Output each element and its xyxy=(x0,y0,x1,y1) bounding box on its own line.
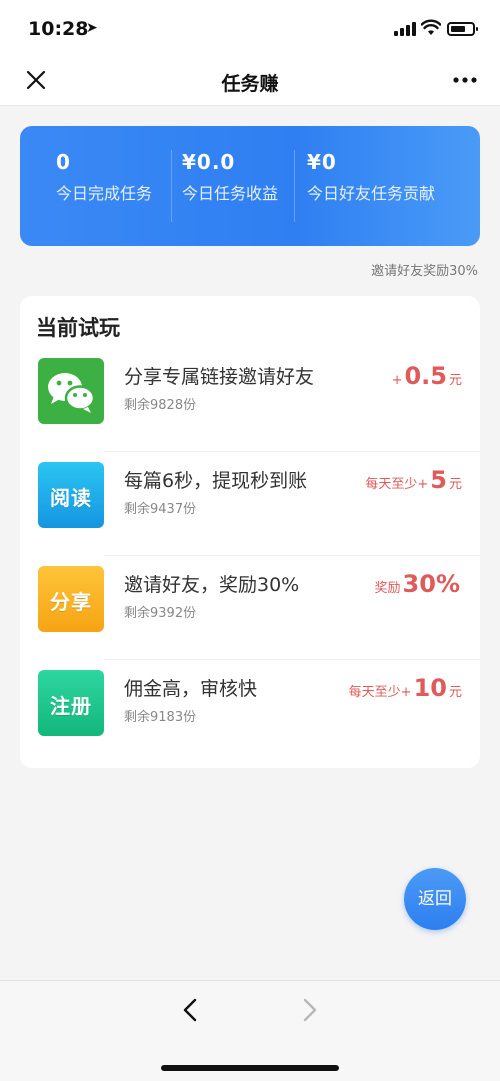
stat-divider xyxy=(294,150,295,222)
stats-card: 0 今日完成任务 ¥0.0 今日任务收益 ¥0 今日好友任务贡献 xyxy=(20,126,480,246)
bottom-toolbar xyxy=(0,980,500,1081)
nav-bar: 任务赚 xyxy=(0,58,500,106)
reward-value: 10 xyxy=(413,674,447,702)
stat-value: 0 xyxy=(56,150,71,174)
task-item-reading[interactable]: 阅读 每篇6秒，提现秒到账 剩余9437份 每天至少+5 元 xyxy=(20,452,480,556)
stat-task-income: ¥0.0 今日任务收益 xyxy=(182,150,278,204)
status-time: 10:28 xyxy=(28,18,89,40)
task-title: 佣金高，审核快 xyxy=(124,678,258,700)
task-item-register[interactable]: 注册 佣金高，审核快 剩余9183份 每天至少+10 元 xyxy=(20,660,480,764)
task-list-card: 当前试玩 分享专属链接邀请好友 剩余9828份 +0.5 元 阅读 每篇6秒，提现… xyxy=(20,296,480,768)
task-reward: +0.5 元 xyxy=(392,362,462,390)
reward-prefix: + xyxy=(391,373,403,388)
stat-label: 今日好友任务贡献 xyxy=(307,184,436,203)
home-indicator xyxy=(161,1065,339,1071)
reward-value: 30% xyxy=(402,570,460,598)
task-title: 分享专属链接邀请好友 xyxy=(124,366,315,388)
reward-value: 0.5 xyxy=(404,362,447,390)
task-remaining: 剩余9392份 xyxy=(124,606,197,621)
task-title: 邀请好友，奖励30% xyxy=(124,574,300,596)
task-remaining: 剩余9183份 xyxy=(124,710,197,725)
stat-divider xyxy=(171,150,172,222)
reward-prefix: 每天至少+ xyxy=(365,477,429,492)
reward-unit: 元 xyxy=(448,685,462,700)
task-item-invite-link[interactable]: 分享专属链接邀请好友 剩余9828份 +0.5 元 xyxy=(20,348,480,452)
reward-prefix: 每天至少+ xyxy=(348,685,412,700)
icon-label: 阅读 xyxy=(50,486,92,510)
task-reward: 每天至少+5 元 xyxy=(365,466,462,494)
reward-prefix: 奖励 xyxy=(374,581,401,596)
section-heading: 当前试玩 xyxy=(36,316,120,340)
location-arrow-icon: ➤ xyxy=(86,20,98,36)
task-remaining: 剩余9828份 xyxy=(124,398,197,413)
stat-value: ¥0.0 xyxy=(182,150,236,174)
task-item-share[interactable]: 分享 邀请好友，奖励30% 剩余9392份 奖励30% xyxy=(20,556,480,660)
battery-icon xyxy=(447,22,478,36)
stat-completed-tasks: 0 今日完成任务 xyxy=(56,150,152,204)
read-icon: 阅读 xyxy=(38,462,104,528)
stat-friend-contribution: ¥0 今日好友任务贡献 xyxy=(307,150,435,204)
task-remaining: 剩余9437份 xyxy=(124,502,197,517)
invite-note: 邀请好友奖励30% xyxy=(371,264,478,279)
task-reward: 每天至少+10 元 xyxy=(349,674,462,702)
stat-label: 今日任务收益 xyxy=(182,184,279,203)
back-button[interactable]: 返回 xyxy=(404,868,466,930)
icon-label: 分享 xyxy=(50,590,92,614)
wifi-icon xyxy=(421,19,441,35)
task-title: 每篇6秒，提现秒到账 xyxy=(124,470,308,492)
reward-unit: 元 xyxy=(448,373,462,388)
cellular-signal-icon xyxy=(394,22,416,36)
reward-value: 5 xyxy=(430,466,447,494)
page-title: 任务赚 xyxy=(221,73,279,95)
stat-value: ¥0 xyxy=(307,150,337,174)
register-icon: 注册 xyxy=(38,670,104,736)
reward-unit: 元 xyxy=(448,477,462,492)
more-icon[interactable] xyxy=(452,70,478,90)
chevron-left-icon[interactable] xyxy=(180,997,200,1023)
wechat-icon xyxy=(38,358,104,424)
share-icon: 分享 xyxy=(38,566,104,632)
icon-label: 注册 xyxy=(50,694,92,718)
stat-label: 今日完成任务 xyxy=(56,184,153,203)
status-bar: 10:28 ➤ xyxy=(0,0,500,58)
task-reward: 奖励30% xyxy=(375,570,462,598)
chevron-right-icon[interactable] xyxy=(300,997,320,1023)
